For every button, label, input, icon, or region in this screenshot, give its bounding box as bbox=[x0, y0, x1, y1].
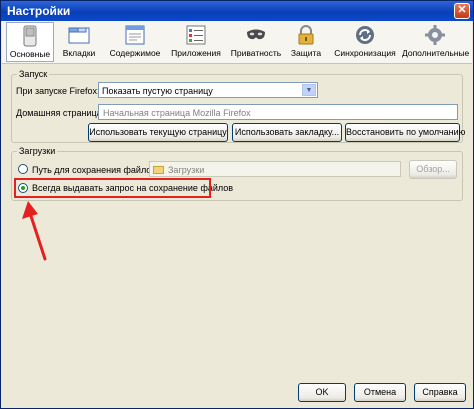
browse-button[interactable]: Обзор... bbox=[409, 160, 457, 179]
tab-security[interactable]: Защита bbox=[286, 22, 326, 62]
homepage-placeholder: Начальная страница Mozilla Firefox bbox=[103, 108, 251, 118]
tab-sync-label: Синхронизация bbox=[334, 48, 396, 58]
tab-applications-label: Приложения bbox=[171, 48, 221, 58]
use-bookmark-button[interactable]: Использовать закладку... bbox=[232, 123, 342, 142]
homepage-field[interactable]: Начальная страница Mozilla Firefox bbox=[98, 104, 458, 120]
chevron-down-icon[interactable]: ▼ bbox=[302, 84, 316, 96]
on-start-label: При запуске Firefox: bbox=[16, 86, 100, 96]
tab-general[interactable]: Основные bbox=[6, 22, 54, 62]
use-current-page-button[interactable]: Использовать текущую страницу bbox=[88, 123, 228, 142]
applications-list-icon bbox=[186, 25, 206, 45]
tab-tabs[interactable]: Вкладки bbox=[56, 22, 102, 62]
privacy-mask-icon bbox=[247, 29, 265, 40]
settings-window: Настройки ✕ Основные Вкладки Содержимое … bbox=[0, 0, 474, 409]
tab-content[interactable]: Содержимое bbox=[106, 22, 164, 62]
tab-general-label: Основные bbox=[9, 49, 51, 59]
content-page-icon bbox=[125, 25, 145, 45]
tab-applications[interactable]: Приложения bbox=[168, 22, 224, 62]
save-path-radio[interactable] bbox=[18, 164, 28, 174]
annotation-arrow-icon bbox=[22, 201, 47, 261]
tab-privacy[interactable]: Приватность bbox=[228, 22, 284, 62]
tabs-window-icon bbox=[68, 27, 90, 44]
annotation-highlight-box bbox=[14, 178, 211, 198]
on-start-select[interactable]: Показать пустую страницу ▼ bbox=[98, 82, 318, 98]
close-icon: ✕ bbox=[457, 4, 467, 16]
title-bar[interactable]: Настройки ✕ bbox=[1, 1, 473, 21]
save-path-label: Путь для сохранения файлов bbox=[32, 165, 157, 175]
padlock-icon bbox=[298, 25, 314, 45]
cancel-button[interactable]: Отмена bbox=[354, 383, 406, 402]
folder-icon bbox=[153, 166, 164, 174]
tab-security-label: Защита bbox=[290, 48, 322, 58]
restore-default-button[interactable]: Восстановить по умолчанию bbox=[345, 123, 465, 142]
startup-group: Запуск При запуске Firefox: Показать пус… bbox=[11, 69, 465, 143]
tab-sync[interactable]: Синхронизация bbox=[330, 22, 400, 62]
tab-content-label: Содержимое bbox=[109, 48, 161, 58]
gear-icon bbox=[425, 25, 445, 45]
sync-arrows-icon bbox=[356, 26, 374, 44]
help-button[interactable]: Справка bbox=[414, 383, 466, 402]
preferences-toolbar: Основные Вкладки Содержимое Приложения П… bbox=[2, 21, 472, 64]
tab-advanced[interactable]: Дополнительные bbox=[402, 22, 470, 62]
window-title: Настройки bbox=[7, 4, 71, 18]
startup-group-title: Запуск bbox=[17, 69, 50, 79]
homepage-label: Домашняя страница: bbox=[16, 108, 105, 118]
tab-advanced-label: Дополнительные bbox=[402, 48, 470, 58]
ok-button[interactable]: OK bbox=[298, 383, 346, 402]
download-folder-field: Загрузки bbox=[149, 161, 401, 177]
downloads-group-title: Загрузки bbox=[17, 146, 58, 156]
close-button[interactable]: ✕ bbox=[454, 3, 470, 19]
tab-tabs-label: Вкладки bbox=[62, 48, 96, 58]
on-start-value: Показать пустую страницу bbox=[102, 86, 213, 96]
tab-privacy-label: Приватность bbox=[230, 48, 282, 58]
download-folder-value: Загрузки bbox=[168, 165, 205, 175]
switch-icon bbox=[23, 25, 37, 47]
